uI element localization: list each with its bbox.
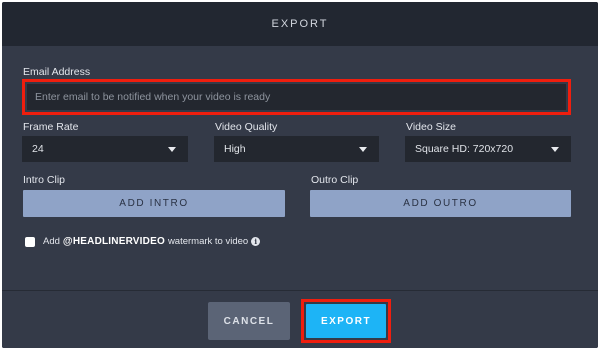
frame-rate-select[interactable]: 24	[22, 136, 188, 162]
cancel-label: CANCEL	[223, 315, 275, 327]
chevron-down-icon	[168, 147, 176, 152]
frame-rate-value: 24	[32, 143, 44, 155]
dialog-footer	[2, 290, 598, 348]
info-icon[interactable]: i	[251, 237, 261, 246]
video-size-label: Video Size	[406, 121, 457, 133]
intro-clip-label: Intro Clip	[23, 174, 66, 186]
export-highlight: EXPORT	[301, 299, 391, 343]
add-outro-button[interactable]: ADD OUTRO	[310, 190, 571, 217]
watermark-brand: @HEADLINERVIDEO	[62, 236, 165, 247]
chevron-down-icon	[359, 147, 367, 152]
chevron-down-icon	[551, 147, 559, 152]
watermark-prefix: Add	[43, 236, 60, 247]
dialog-header: EXPORT	[2, 2, 598, 46]
export-button[interactable]: EXPORT	[306, 304, 386, 338]
video-quality-label: Video Quality	[215, 121, 278, 133]
add-intro-button[interactable]: ADD INTRO	[23, 190, 285, 217]
video-size-value: Square HD: 720x720	[415, 143, 514, 155]
watermark-suffix: watermark to video	[167, 236, 249, 247]
email-field[interactable]	[27, 84, 566, 110]
add-intro-label: ADD INTRO	[119, 198, 189, 209]
export-label: EXPORT	[320, 315, 372, 327]
video-size-select[interactable]: Square HD: 720x720	[405, 136, 571, 162]
frame-rate-label: Frame Rate	[23, 121, 79, 133]
dialog-title: EXPORT	[271, 18, 329, 30]
email-highlight	[22, 79, 571, 115]
watermark-label: Add @HEADLINERVIDEO watermark to video i	[43, 236, 261, 247]
outro-clip-label: Outro Clip	[311, 174, 359, 186]
add-outro-label: ADD OUTRO	[403, 198, 478, 209]
cancel-button[interactable]: CANCEL	[208, 302, 290, 340]
watermark-checkbox[interactable]	[25, 237, 35, 247]
video-quality-select[interactable]: High	[214, 136, 379, 162]
video-quality-value: High	[224, 143, 246, 155]
email-label: Email Address	[23, 66, 91, 78]
export-dialog: EXPORT Email Address Frame Rate 24 Video…	[2, 2, 598, 348]
